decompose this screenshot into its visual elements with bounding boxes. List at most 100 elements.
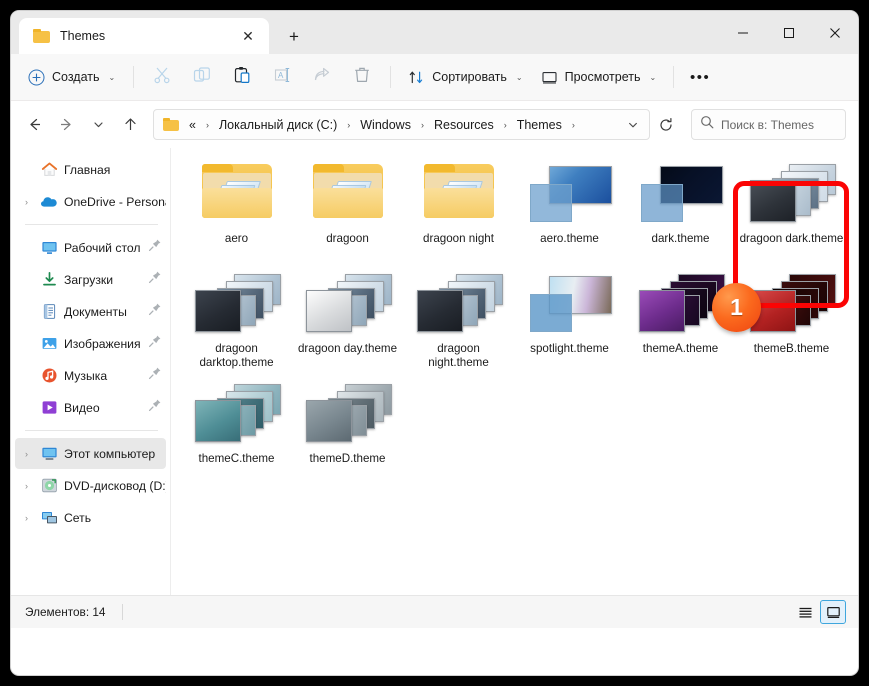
sidebar-item-label: Изображения (64, 336, 141, 351)
file-item-dragoon-day-theme[interactable]: dragoon day.theme (292, 266, 403, 376)
breadcrumb-separator: › (347, 119, 351, 130)
search-box[interactable]: Поиск в: Themes (691, 109, 846, 140)
more-options-button[interactable]: ••• (683, 61, 717, 93)
minimize-button[interactable] (720, 11, 766, 54)
file-item-dark-theme[interactable]: dark.theme (625, 156, 736, 266)
rename-icon: A (273, 66, 291, 89)
title-bar: Themes ✕ + (11, 11, 858, 54)
sidebar-item-label: Главная (64, 162, 111, 177)
item-count-label: Элементов: 14 (25, 605, 106, 619)
file-item-dragoon-darktop-theme[interactable]: dragoon darktop.theme (181, 266, 292, 376)
copy-icon (193, 66, 211, 89)
folder-icon (312, 164, 383, 221)
file-name-label: themeD.theme (309, 452, 386, 465)
sort-button-label: Сортировать (432, 70, 507, 84)
sidebar-item-home[interactable]: Главная (15, 154, 166, 185)
pin-icon[interactable] (148, 366, 164, 385)
file-item-dragoon-night-theme[interactable]: dragoon night.theme (403, 266, 514, 376)
paste-button[interactable] (223, 61, 261, 93)
new-button-label: Создать (52, 70, 100, 84)
file-name-label: themeB.theme (753, 342, 830, 355)
chevron-down-icon: ⌄ (649, 72, 657, 82)
theme-thumbnail (300, 382, 396, 448)
pin-icon[interactable] (148, 334, 164, 353)
breadcrumb-item-3[interactable]: Themes (513, 115, 566, 135)
breadcrumb-item-0[interactable]: Локальный диск (C:) (215, 115, 341, 135)
theme-icon (194, 272, 281, 336)
share-button[interactable] (303, 61, 341, 93)
up-button[interactable] (115, 110, 145, 140)
file-item-dragoon[interactable]: dragoon (292, 156, 403, 266)
delete-button[interactable] (343, 61, 381, 93)
breadcrumb-address-bar[interactable]: « › Локальный диск (C:) › Windows › Reso… (153, 109, 650, 140)
file-item-themeD-theme[interactable]: themeD.theme (292, 376, 403, 486)
new-button[interactable]: Создать ⌄ (21, 63, 124, 92)
sidebar-item-label: Загрузки (64, 272, 114, 287)
breadcrumb-prefix[interactable]: « (185, 115, 200, 135)
tab-label: Themes (60, 29, 106, 43)
new-tab-button[interactable]: + (281, 23, 307, 49)
view-button[interactable]: Просмотреть ⌄ (533, 63, 665, 92)
back-button[interactable] (19, 110, 49, 140)
forward-button[interactable] (51, 110, 81, 140)
file-item-dragoon-dark-theme[interactable]: dragoon dark.theme (736, 156, 847, 266)
chevron-right-icon[interactable]: › (19, 513, 34, 523)
theme-thumbnail (744, 162, 840, 228)
file-item-themeC-theme[interactable]: themeC.theme (181, 376, 292, 486)
status-bar: Элементов: 14 (11, 595, 858, 628)
file-list-view[interactable]: aero dragoon dragoon night aero.theme da… (171, 148, 858, 595)
list-view-button[interactable] (792, 600, 818, 624)
chevron-right-icon[interactable]: › (19, 449, 34, 459)
chevron-right-icon[interactable]: › (19, 481, 34, 491)
music-icon (40, 367, 58, 385)
sidebar-item-dvd-drive[interactable]: › DVD-дисковод (D:) (15, 470, 166, 501)
chevron-right-icon[interactable]: › (19, 197, 34, 207)
rename-button[interactable]: A (263, 61, 301, 93)
pin-icon[interactable] (148, 398, 164, 417)
file-item-dragoon-night[interactable]: dragoon night (403, 156, 514, 266)
sidebar-item-videos[interactable]: Видео (15, 392, 166, 423)
close-window-button[interactable] (812, 11, 858, 54)
breadcrumb-item-1[interactable]: Windows (356, 115, 415, 135)
sidebar-item-pictures[interactable]: Изображения (15, 328, 166, 359)
file-name-label: themeA.theme (642, 342, 719, 355)
sort-button[interactable]: Сортировать ⌄ (400, 63, 530, 92)
theme-icon (749, 162, 836, 226)
file-name-label: dragoon day.theme (297, 342, 398, 355)
breadcrumb-separator: › (205, 119, 209, 130)
file-name-label: spotlight.theme (530, 342, 609, 355)
copy-button[interactable] (183, 61, 221, 93)
maximize-button[interactable] (766, 11, 812, 54)
svg-text:A: A (278, 71, 284, 80)
file-name-label: dragoon night (423, 232, 494, 245)
search-icon (700, 115, 714, 134)
sidebar-item-documents[interactable]: Документы (15, 296, 166, 327)
cut-button[interactable] (143, 61, 181, 93)
file-item-spotlight-theme[interactable]: spotlight.theme (514, 266, 625, 376)
sidebar-item-downloads[interactable]: Загрузки (15, 264, 166, 295)
trash-icon (353, 66, 371, 89)
tab-themes[interactable]: Themes ✕ (19, 18, 269, 54)
tiles-view-button[interactable] (820, 600, 846, 624)
theme-icon (529, 166, 612, 224)
sidebar-item-this-pc[interactable]: › Этот компьютер (15, 438, 166, 469)
refresh-button[interactable] (652, 112, 680, 137)
pin-icon[interactable] (148, 238, 164, 257)
pin-icon[interactable] (148, 270, 164, 289)
breadcrumb-dropdown-icon[interactable] (621, 112, 645, 137)
breadcrumb-item-2[interactable]: Resources (430, 115, 498, 135)
documents-icon (40, 303, 58, 321)
sidebar-item-network[interactable]: › Сеть (15, 502, 166, 533)
sidebar-item-onedrive[interactable]: › OneDrive - Persona (15, 186, 166, 217)
theme-icon (640, 166, 723, 224)
recent-locations-button[interactable] (83, 110, 113, 140)
sidebar-item-music[interactable]: Музыка (15, 360, 166, 391)
sidebar-item-desktop[interactable]: Рабочий стол (15, 232, 166, 263)
theme-icon (749, 272, 836, 336)
close-tab-icon[interactable]: ✕ (235, 23, 261, 49)
file-item-aero[interactable]: aero (181, 156, 292, 266)
theme-thumbnail (522, 162, 618, 228)
search-input[interactable]: Поиск в: Themes (721, 118, 814, 132)
file-item-aero-theme[interactable]: aero.theme (514, 156, 625, 266)
pin-icon[interactable] (148, 302, 164, 321)
